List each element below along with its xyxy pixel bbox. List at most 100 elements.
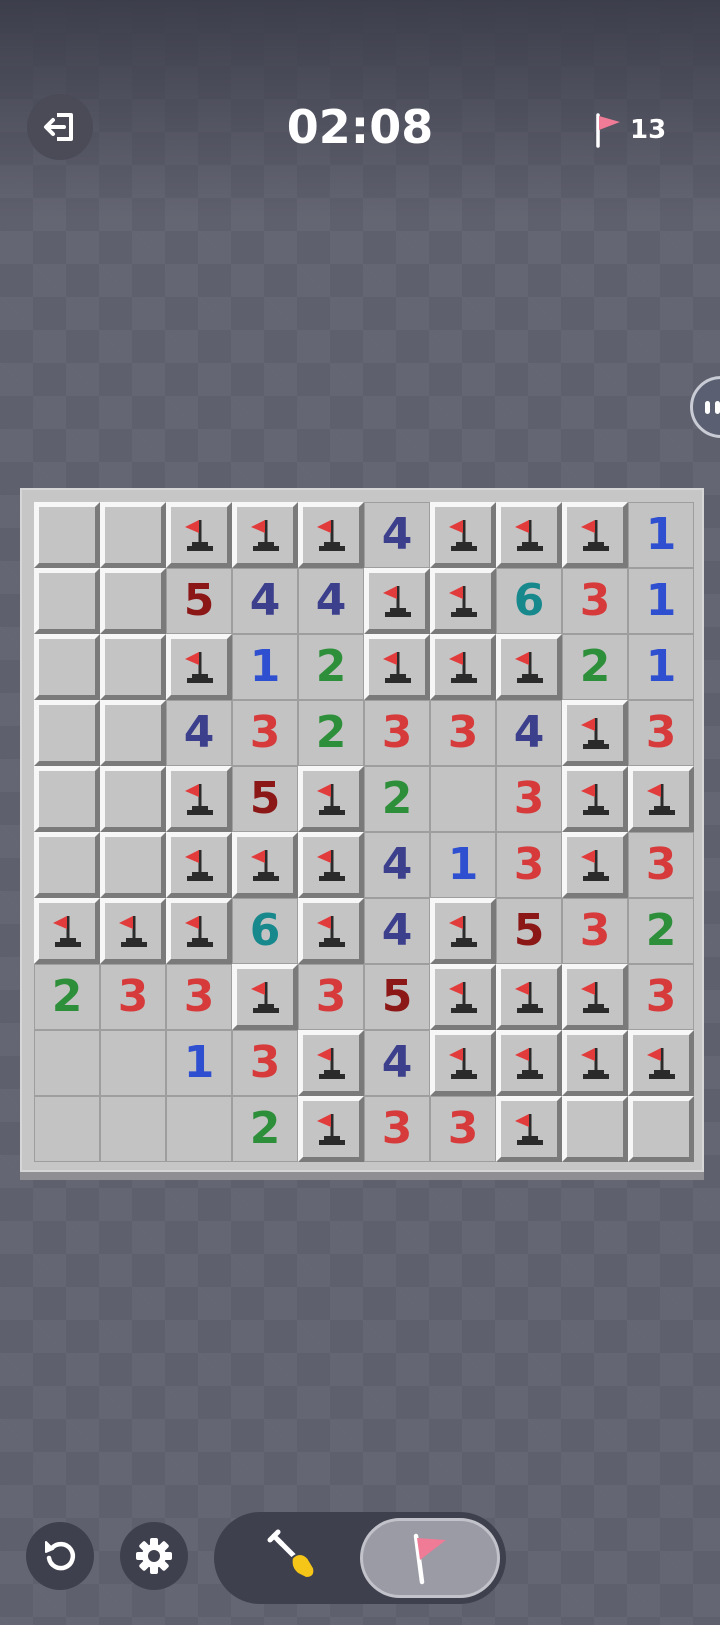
empty-cell[interactable] — [100, 1030, 166, 1096]
number-cell[interactable]: 1 — [628, 634, 694, 700]
empty-cell[interactable] — [34, 1096, 100, 1162]
flagged-cell[interactable] — [430, 964, 496, 1030]
flagged-cell[interactable] — [298, 766, 364, 832]
flagged-cell[interactable] — [496, 634, 562, 700]
unopened-cell[interactable] — [100, 766, 166, 832]
number-cell[interactable]: 3 — [166, 964, 232, 1030]
number-cell[interactable]: 1 — [232, 634, 298, 700]
number-cell[interactable]: 2 — [34, 964, 100, 1030]
restart-button[interactable] — [26, 1522, 94, 1590]
unopened-cell[interactable] — [562, 1096, 628, 1162]
empty-cell[interactable] — [430, 766, 496, 832]
flagged-cell[interactable] — [430, 634, 496, 700]
flagged-cell[interactable] — [562, 502, 628, 568]
unopened-cell[interactable] — [34, 766, 100, 832]
flagged-cell[interactable] — [628, 1030, 694, 1096]
flagged-cell[interactable] — [232, 832, 298, 898]
empty-cell[interactable] — [34, 1030, 100, 1096]
flagged-cell[interactable] — [430, 502, 496, 568]
settings-button[interactable] — [120, 1522, 188, 1590]
flagged-cell[interactable] — [166, 832, 232, 898]
number-cell[interactable]: 6 — [496, 568, 562, 634]
unopened-cell[interactable] — [100, 568, 166, 634]
flagged-cell[interactable] — [34, 898, 100, 964]
unopened-cell[interactable] — [100, 700, 166, 766]
number-cell[interactable]: 3 — [430, 700, 496, 766]
number-cell[interactable]: 2 — [298, 634, 364, 700]
number-cell[interactable]: 3 — [496, 766, 562, 832]
number-cell[interactable]: 2 — [364, 766, 430, 832]
number-cell[interactable]: 3 — [628, 832, 694, 898]
flagged-cell[interactable] — [430, 568, 496, 634]
number-cell[interactable]: 4 — [166, 700, 232, 766]
flagged-cell[interactable] — [562, 700, 628, 766]
flagged-cell[interactable] — [562, 832, 628, 898]
unopened-cell[interactable] — [34, 832, 100, 898]
empty-cell[interactable] — [100, 1096, 166, 1162]
flagged-cell[interactable] — [364, 634, 430, 700]
number-cell[interactable]: 6 — [232, 898, 298, 964]
number-cell[interactable]: 1 — [430, 832, 496, 898]
flagged-cell[interactable] — [298, 502, 364, 568]
number-cell[interactable]: 4 — [364, 1030, 430, 1096]
number-cell[interactable]: 3 — [562, 568, 628, 634]
number-cell[interactable]: 5 — [232, 766, 298, 832]
flagged-cell[interactable] — [298, 1096, 364, 1162]
number-cell[interactable]: 2 — [628, 898, 694, 964]
number-cell[interactable]: 3 — [628, 964, 694, 1030]
number-cell[interactable]: 3 — [496, 832, 562, 898]
number-cell[interactable]: 1 — [628, 568, 694, 634]
dig-mode-button[interactable] — [234, 1518, 354, 1598]
number-cell[interactable]: 3 — [232, 700, 298, 766]
number-cell[interactable]: 4 — [496, 700, 562, 766]
flagged-cell[interactable] — [364, 568, 430, 634]
unopened-cell[interactable] — [100, 634, 166, 700]
number-cell[interactable]: 4 — [364, 832, 430, 898]
number-cell[interactable]: 2 — [298, 700, 364, 766]
flagged-cell[interactable] — [298, 1030, 364, 1096]
flagged-cell[interactable] — [166, 502, 232, 568]
number-cell[interactable]: 4 — [232, 568, 298, 634]
empty-cell[interactable] — [166, 1096, 232, 1162]
number-cell[interactable]: 4 — [364, 502, 430, 568]
flagged-cell[interactable] — [562, 766, 628, 832]
flagged-cell[interactable] — [496, 502, 562, 568]
unopened-cell[interactable] — [628, 1096, 694, 1162]
flagged-cell[interactable] — [430, 898, 496, 964]
number-cell[interactable]: 3 — [430, 1096, 496, 1162]
number-cell[interactable]: 3 — [364, 700, 430, 766]
number-cell[interactable]: 1 — [628, 502, 694, 568]
number-cell[interactable]: 2 — [232, 1096, 298, 1162]
flagged-cell[interactable] — [496, 964, 562, 1030]
flagged-cell[interactable] — [562, 964, 628, 1030]
flagged-cell[interactable] — [298, 832, 364, 898]
flagged-cell[interactable] — [166, 766, 232, 832]
number-cell[interactable]: 3 — [100, 964, 166, 1030]
unopened-cell[interactable] — [100, 502, 166, 568]
number-cell[interactable]: 5 — [166, 568, 232, 634]
unopened-cell[interactable] — [100, 832, 166, 898]
number-cell[interactable]: 3 — [232, 1030, 298, 1096]
number-cell[interactable]: 3 — [562, 898, 628, 964]
number-cell[interactable]: 3 — [298, 964, 364, 1030]
unopened-cell[interactable] — [34, 502, 100, 568]
number-cell[interactable]: 4 — [364, 898, 430, 964]
flagged-cell[interactable] — [430, 1030, 496, 1096]
mode-toggle[interactable] — [214, 1512, 506, 1604]
unopened-cell[interactable] — [34, 700, 100, 766]
flagged-cell[interactable] — [298, 898, 364, 964]
flagged-cell[interactable] — [496, 1096, 562, 1162]
number-cell[interactable]: 3 — [364, 1096, 430, 1162]
number-cell[interactable]: 1 — [166, 1030, 232, 1096]
flagged-cell[interactable] — [562, 1030, 628, 1096]
flagged-cell[interactable] — [496, 1030, 562, 1096]
flagged-cell[interactable] — [166, 898, 232, 964]
unopened-cell[interactable] — [34, 634, 100, 700]
flagged-cell[interactable] — [166, 634, 232, 700]
flagged-cell[interactable] — [100, 898, 166, 964]
flagged-cell[interactable] — [628, 766, 694, 832]
side-drawer-handle[interactable] — [690, 376, 720, 438]
flagged-cell[interactable] — [232, 502, 298, 568]
exit-button[interactable] — [27, 94, 93, 160]
number-cell[interactable]: 5 — [364, 964, 430, 1030]
